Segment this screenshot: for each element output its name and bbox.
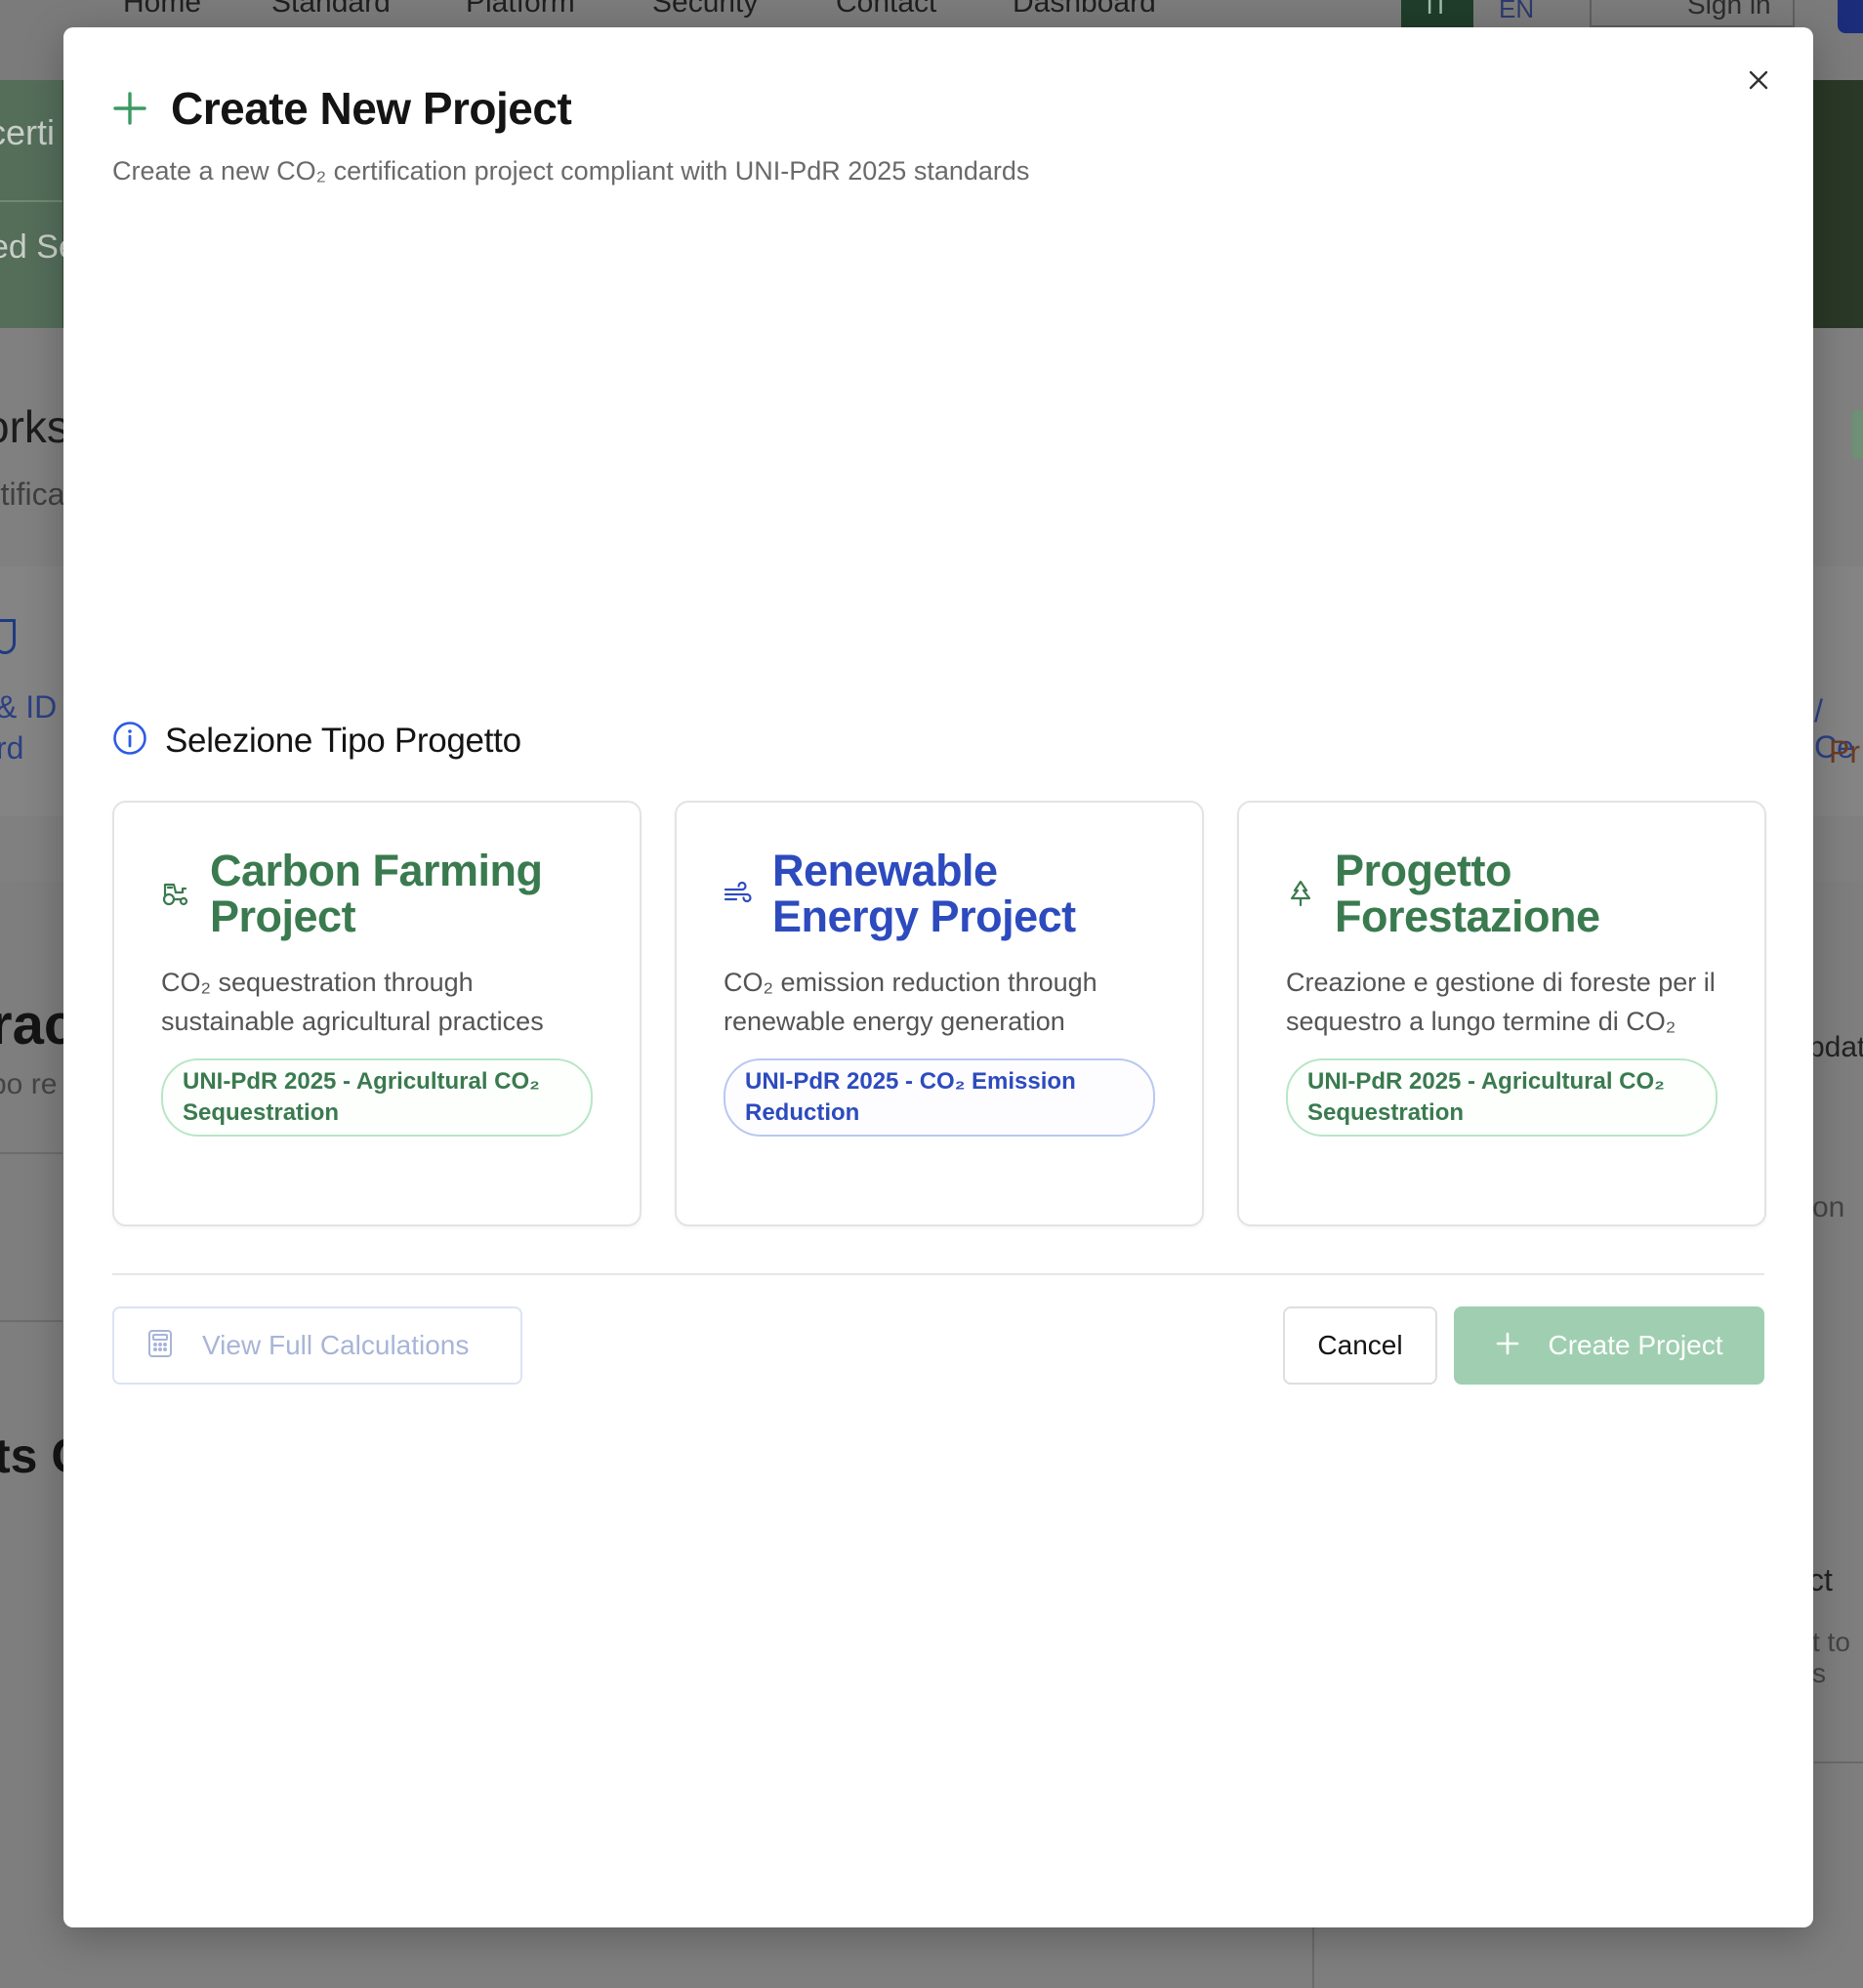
background-divider (1814, 1761, 1863, 1763)
standard-badge: UNI-PdR 2025 - CO₂ Emission Reduction (724, 1058, 1155, 1137)
card-header: Progetto Forestazione (1286, 848, 1718, 939)
background-text: po re (0, 1068, 58, 1100)
footer-divider (112, 1273, 1764, 1275)
calculator-icon (147, 1329, 173, 1363)
nav-item-dashboard: Dashboard (1013, 0, 1156, 19)
card-description: Creazione e gestione di foreste per il s… (1286, 968, 1716, 1036)
nav-item-standard: Standard (271, 0, 391, 19)
card-description: CO₂ emission reduction through renewable… (724, 968, 1097, 1036)
plus-icon (1496, 1332, 1519, 1360)
sign-in-button: Sign in (1590, 0, 1795, 27)
card-header: Carbon Farming Project (161, 848, 593, 939)
background-divider (0, 200, 62, 202)
dialog-header: Create New Project Create a new CO₂ cert… (112, 82, 1029, 186)
project-type-section-header: Selezione Tipo Progetto (112, 721, 521, 761)
dialog-subtitle: Create a new CO₂ certification project c… (112, 156, 1030, 186)
background-text: rtifica (0, 476, 65, 512)
card-title: Renewable Energy Project (772, 846, 1076, 941)
project-card-forestation[interactable]: Progetto Forestazione Creazione e gestio… (1237, 801, 1766, 1226)
title-row: Create New Project (112, 82, 1029, 135)
create-project-label: Create Project (1548, 1330, 1723, 1360)
project-card-renewable-energy[interactable]: Renewable Energy Project CO₂ emission re… (675, 801, 1204, 1226)
cancel-button[interactable]: Cancel (1283, 1306, 1437, 1385)
background-heading: orks (0, 401, 69, 452)
lang-it-button: IT (1401, 0, 1473, 27)
card-description: CO₂ sequestration through sustainable ag… (161, 968, 544, 1036)
view-full-calculations-button[interactable]: View Full Calculations (112, 1306, 522, 1385)
wind-icon (724, 879, 753, 908)
background-chip (1851, 410, 1863, 459)
create-project-button[interactable]: Create Project (1454, 1306, 1764, 1385)
nav-item-security: Security (652, 0, 759, 19)
background-text: pdat (1808, 1031, 1863, 1063)
standard-badge: UNI-PdR 2025 - Agricultural CO₂ Sequestr… (161, 1058, 593, 1137)
card-title: Progetto Forestazione (1335, 846, 1600, 941)
standard-badge: UNI-PdR 2025 - Agricultural CO₂ Sequestr… (1286, 1058, 1718, 1137)
close-icon[interactable] (1747, 68, 1770, 92)
shield-icon (0, 619, 16, 654)
card-header: Renewable Energy Project (724, 848, 1155, 939)
dialog-title: Create New Project (171, 83, 572, 134)
info-icon (112, 721, 147, 761)
nav-item-platform: Platform (466, 0, 575, 19)
project-type-cards: Carbon Farming Project CO₂ sequestration… (112, 801, 1766, 1226)
background-divider (0, 1152, 62, 1154)
create-project-dialog: Create New Project Create a new CO₂ cert… (63, 27, 1813, 1927)
background-hero-text: certi (0, 112, 56, 152)
tree-icon (1286, 879, 1315, 908)
background-text: & ID (0, 689, 58, 725)
background-text: rd (0, 730, 24, 766)
background-divider (0, 1320, 62, 1322)
tractor-icon (161, 879, 190, 908)
background-hero-image (1812, 80, 1863, 328)
background-text: on (1812, 1191, 1845, 1223)
nav-item-home: Home (123, 0, 202, 19)
section-title: Selezione Tipo Progetto (165, 721, 521, 760)
background-blue-button (1838, 0, 1863, 33)
background-text: t to s (1812, 1627, 1850, 1688)
view-calculations-label: View Full Calculations (202, 1330, 470, 1360)
plus-icon (112, 91, 147, 126)
lang-en-button: EN (1499, 0, 1535, 23)
background-text: Pr (1829, 734, 1860, 769)
background-divider (1312, 1924, 1314, 1988)
project-card-carbon-farming[interactable]: Carbon Farming Project CO₂ sequestration… (112, 801, 642, 1226)
nav-item-contact: Contact (836, 0, 937, 19)
close-button[interactable] (1739, 61, 1778, 100)
card-title: Carbon Farming Project (210, 846, 543, 941)
